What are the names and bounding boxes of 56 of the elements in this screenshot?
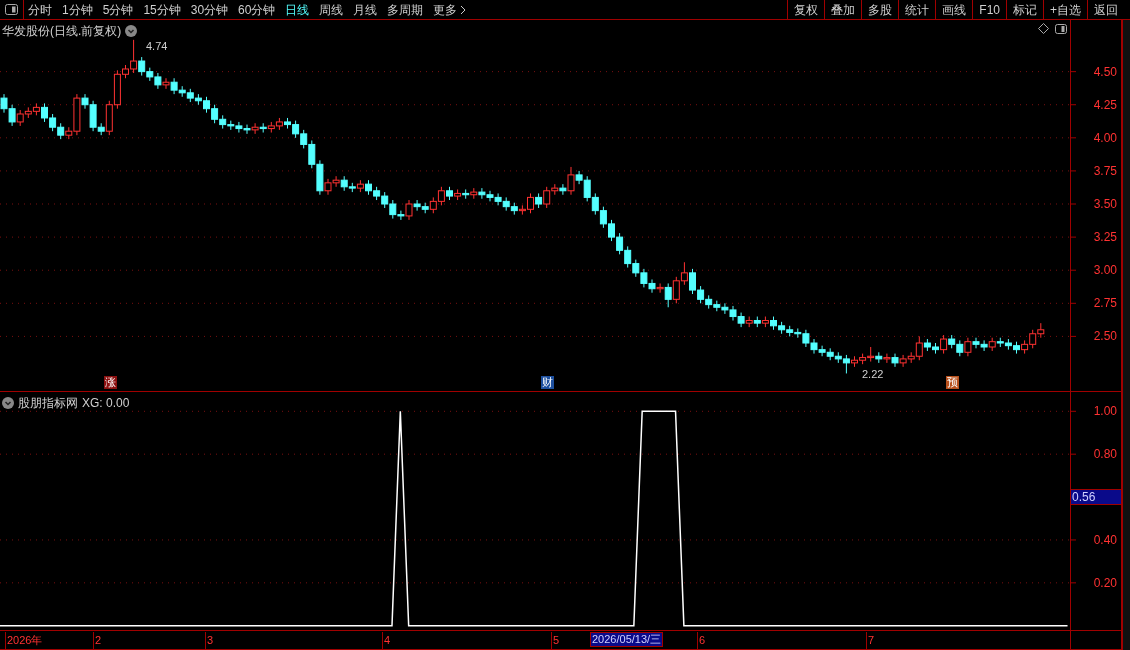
axis-tick-label: 4.00 bbox=[1093, 130, 1117, 145]
period-tab[interactable]: 60分钟 bbox=[238, 0, 276, 19]
toolbar-button[interactable]: 标记 bbox=[1006, 0, 1043, 19]
toolbar-button[interactable]: 统计 bbox=[898, 0, 936, 19]
axis-tick-label: 3.25 bbox=[1093, 230, 1117, 245]
toolbar-button[interactable]: 复权 bbox=[787, 0, 825, 19]
period-tab[interactable]: 更多 bbox=[433, 0, 467, 19]
axis-tick-label: 4.50 bbox=[1093, 64, 1117, 79]
period-tab[interactable]: 15分钟 bbox=[143, 0, 181, 19]
date-axis-label: 2026年 bbox=[5, 632, 43, 649]
period-tab[interactable]: 日线 bbox=[285, 0, 310, 19]
period-tab[interactable]: 5分钟 bbox=[102, 0, 134, 19]
panel-toggle-icon[interactable] bbox=[1055, 23, 1067, 34]
axis-tick-label: 1.00 bbox=[1093, 404, 1117, 419]
axis-tick-label: 3.75 bbox=[1093, 163, 1117, 178]
date-axis-label: 7 bbox=[866, 632, 875, 649]
axis-tick-label: 0.20 bbox=[1093, 575, 1117, 590]
period-tab[interactable]: 多周期 bbox=[387, 0, 424, 19]
date-axis-label: 2 bbox=[93, 632, 102, 649]
date-axis-label: 4 bbox=[382, 632, 391, 649]
period-tab[interactable]: 月线 bbox=[353, 0, 378, 19]
date-axis-label: 6 bbox=[697, 632, 706, 649]
date-axis-label: 3 bbox=[205, 632, 214, 649]
axis-tick-label: 4.25 bbox=[1093, 97, 1117, 112]
toolbar-button[interactable]: 返回 bbox=[1087, 0, 1124, 19]
indicator-title: 股朋指标网 bbox=[18, 395, 78, 412]
low-price-label: 2.22 bbox=[862, 367, 884, 382]
event-marker[interactable]: 财 bbox=[541, 376, 554, 389]
event-marker[interactable]: 预 bbox=[946, 376, 959, 389]
period-tab[interactable]: 周线 bbox=[319, 0, 344, 19]
toolbar-button[interactable]: +自选 bbox=[1043, 0, 1087, 19]
period-tab[interactable]: 30分钟 bbox=[190, 0, 229, 19]
axis-tick-label: 3.50 bbox=[1093, 197, 1117, 211]
date-axis-label: 5 bbox=[551, 632, 560, 649]
axis-tick-label: 0.40 bbox=[1093, 532, 1117, 547]
period-tab[interactable]: 1分钟 bbox=[62, 0, 93, 19]
toolbar-button[interactable]: 叠加 bbox=[824, 0, 862, 19]
diamond-icon[interactable] bbox=[1038, 23, 1049, 34]
period-tab[interactable]: 分时 bbox=[28, 0, 52, 19]
axis-tick-label: 0.80 bbox=[1093, 447, 1117, 462]
chart-title: 华发股份(日线.前复权) bbox=[2, 23, 122, 40]
high-price-label: 4.74 bbox=[146, 39, 168, 54]
axis-tick-label: 3.00 bbox=[1093, 263, 1117, 278]
toolbar-button[interactable]: 画线 bbox=[935, 0, 973, 19]
toolbar-button[interactable]: 多股 bbox=[861, 0, 899, 19]
dropdown-icon[interactable] bbox=[125, 25, 138, 37]
toolbar-button[interactable]: F10 bbox=[972, 0, 1006, 19]
cursor-date-label: 2026/05/13/三 bbox=[590, 632, 664, 647]
chevron-right-icon bbox=[460, 4, 467, 15]
axis-tick-label: 2.50 bbox=[1093, 329, 1117, 344]
event-marker[interactable]: 涨 bbox=[104, 376, 117, 389]
axis-tick-label: 2.75 bbox=[1093, 296, 1117, 311]
dropdown-icon[interactable] bbox=[2, 397, 14, 409]
indicator-reading: : 0.00 bbox=[99, 395, 130, 412]
cursor-value-label: 0.56 bbox=[1070, 489, 1122, 505]
panel-toggle-icon bbox=[5, 4, 18, 15]
